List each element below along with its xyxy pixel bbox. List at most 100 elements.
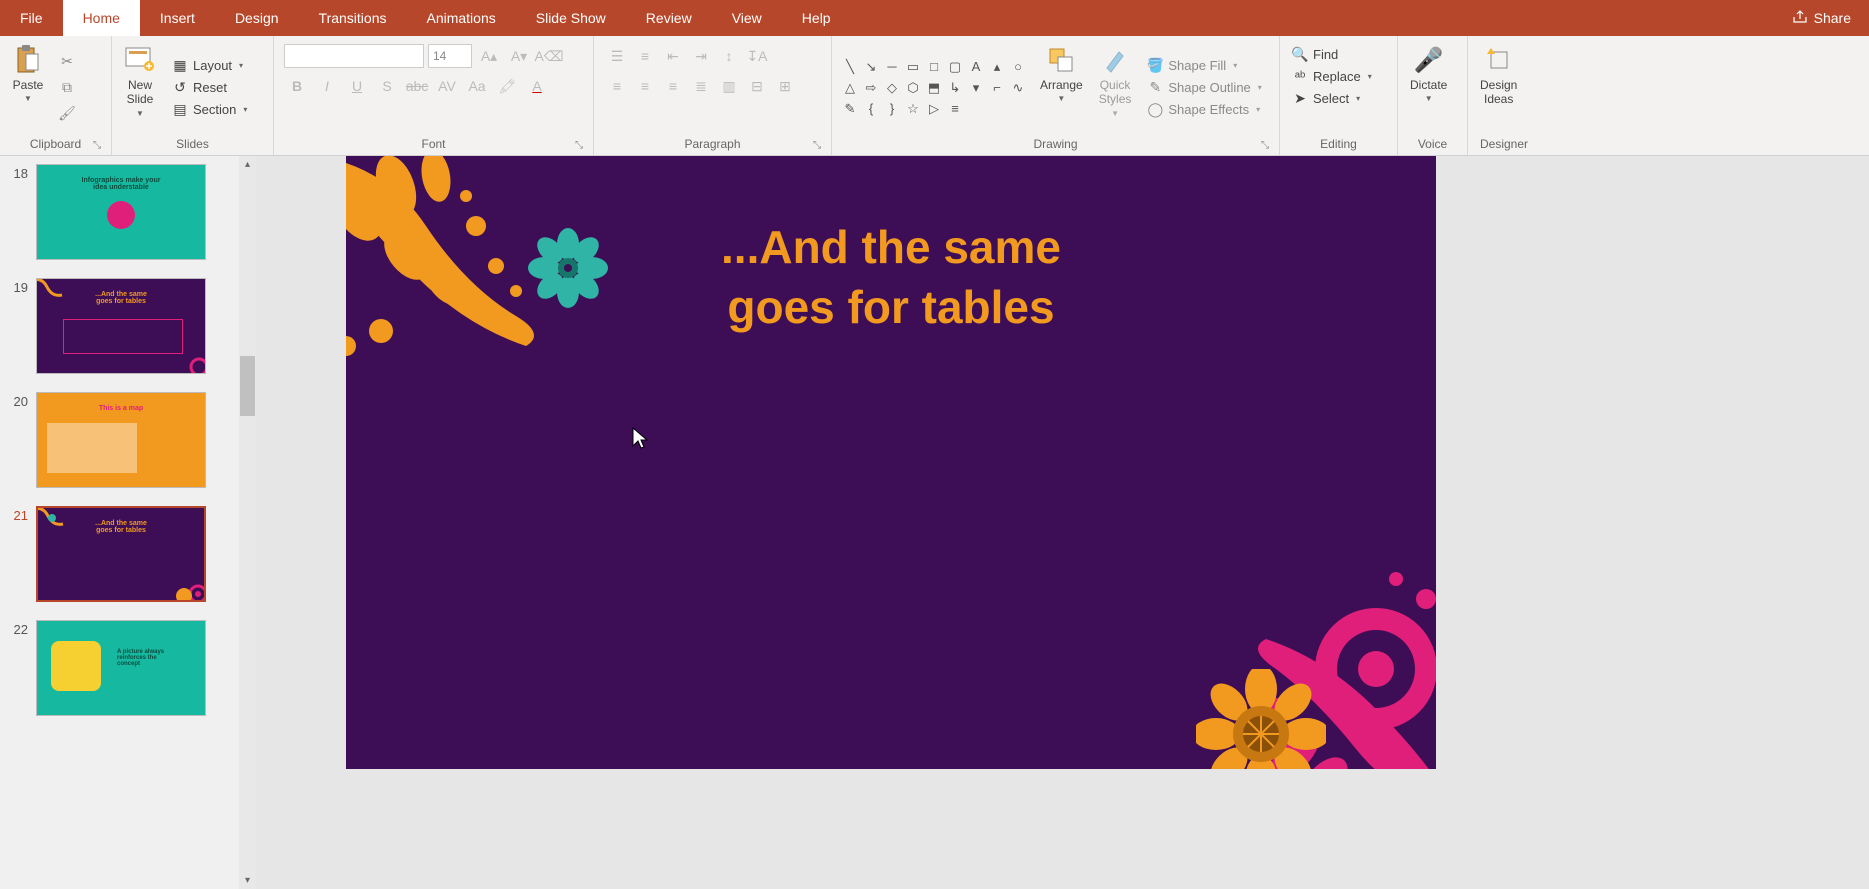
tab-review[interactable]: Review	[626, 0, 712, 36]
thumbnail-item[interactable]: 20 This is a map	[4, 392, 244, 488]
scrollbar[interactable]: ▴ ▾	[239, 156, 256, 889]
design-ideas-button[interactable]: Design Ideas	[1474, 40, 1523, 135]
cut-button[interactable]: ✂	[54, 50, 80, 74]
thumbnail[interactable]: ...And the same goes for tables	[36, 278, 206, 374]
shape-outline-button[interactable]: ✎Shape Outline▾	[1141, 78, 1267, 98]
shape-hex-icon[interactable]: ⬡	[903, 78, 923, 98]
shape-triangle-icon[interactable]: △	[840, 78, 860, 98]
clear-format-button[interactable]: A⌫	[536, 44, 562, 68]
case-button[interactable]: Aa	[464, 74, 490, 98]
indent-button[interactable]: ⇥	[688, 44, 714, 68]
thumbnail-item[interactable]: 22 A picture always reinforces the conce…	[4, 620, 244, 716]
shape-line-icon[interactable]: ╲	[840, 57, 860, 77]
scroll-down-icon[interactable]: ▾	[239, 872, 256, 889]
thumbnail-item[interactable]: 19 ...And the same goes for tables	[4, 278, 244, 374]
underline-button[interactable]: U	[344, 74, 370, 98]
section-button[interactable]: ▤Section▾	[166, 100, 253, 120]
shadow-button[interactable]: S	[374, 74, 400, 98]
line-spacing-button[interactable]: ↕	[716, 44, 742, 68]
justify-button[interactable]: ≣	[688, 74, 714, 98]
shape-nav-up-icon[interactable]: ▴	[987, 57, 1007, 77]
highlight-button[interactable]: 🖍	[494, 74, 520, 98]
select-button[interactable]: ➤Select▾	[1286, 88, 1378, 108]
align-left-button[interactable]: ≡	[604, 74, 630, 98]
shape-callout-icon[interactable]: ⬒	[924, 78, 944, 98]
bold-button[interactable]: B	[284, 74, 310, 98]
shape-line2-icon[interactable]: ─	[882, 57, 902, 77]
shape-star-icon[interactable]: ☆	[903, 99, 923, 119]
tab-file[interactable]: File	[0, 0, 63, 36]
thumbnail[interactable]: This is a map	[36, 392, 206, 488]
copy-button[interactable]: ⧉	[54, 76, 80, 100]
shape-more-icon[interactable]: ≡	[945, 99, 965, 119]
dialog-launcher-icon[interactable]: ⤡	[91, 140, 103, 152]
shape-brace-l-icon[interactable]: {	[861, 99, 881, 119]
shape-brace-r-icon[interactable]: }	[882, 99, 902, 119]
shape-rounded-icon[interactable]: ▢	[945, 57, 965, 77]
thumbnail[interactable]: ...And the same goes for tables	[36, 506, 206, 602]
numbering-button[interactable]: ≡	[632, 44, 658, 68]
increase-font-button[interactable]: A▴	[476, 44, 502, 68]
shape-elbow-icon[interactable]: ⌐	[987, 78, 1007, 98]
dialog-launcher-icon[interactable]: ⤡	[1259, 140, 1271, 152]
tab-design[interactable]: Design	[215, 0, 299, 36]
shape-freeform-icon[interactable]: ✎	[840, 99, 860, 119]
shape-connector-icon[interactable]: ↳	[945, 78, 965, 98]
shape-textbox-icon[interactable]: A	[966, 57, 986, 77]
shape-fill-button[interactable]: 🪣Shape Fill▾	[1141, 56, 1267, 76]
slide-title[interactable]: ...And the same goes for tables	[346, 218, 1436, 338]
tab-transitions[interactable]: Transitions	[299, 0, 407, 36]
shape-arrow-icon[interactable]: ↘	[861, 57, 881, 77]
paste-button[interactable]: Paste ▼	[6, 40, 50, 135]
share-button[interactable]: Share	[1774, 0, 1869, 36]
thumbnail-panel[interactable]: 18 Infographics make your idea understab…	[0, 156, 256, 889]
text-direction-button[interactable]: ↧A	[744, 44, 770, 68]
align-text-button[interactable]: ⊟	[744, 74, 770, 98]
tab-insert[interactable]: Insert	[140, 0, 215, 36]
scrollbar-thumb[interactable]	[240, 356, 255, 416]
italic-button[interactable]: I	[314, 74, 340, 98]
thumbnail-item[interactable]: 21 ...And the same goes for tables	[4, 506, 244, 602]
scroll-up-icon[interactable]: ▴	[239, 156, 256, 173]
decrease-font-button[interactable]: A▾	[506, 44, 532, 68]
shape-square-icon[interactable]: □	[924, 57, 944, 77]
dialog-launcher-icon[interactable]: ⤡	[811, 140, 823, 152]
shape-arrow2-icon[interactable]: ⇨	[861, 78, 881, 98]
quick-styles-button[interactable]: Quick Styles ▼	[1093, 40, 1138, 135]
tab-home[interactable]: Home	[63, 0, 140, 36]
thumbnail[interactable]: Infographics make your idea understable	[36, 164, 206, 260]
align-center-button[interactable]: ≡	[632, 74, 658, 98]
shapes-gallery[interactable]: ╲ ↘ ─ ▭ □ ▢ A ▴ ○ △ ⇨ ◇ ⬡ ⬒ ↳ ▾ ⌐	[840, 57, 1028, 119]
font-color-button[interactable]: A	[524, 74, 550, 98]
shape-action-icon[interactable]: ▷	[924, 99, 944, 119]
tab-animations[interactable]: Animations	[406, 0, 515, 36]
spacing-button[interactable]: AV	[434, 74, 460, 98]
tab-help[interactable]: Help	[782, 0, 851, 36]
font-size-input[interactable]	[428, 44, 472, 68]
thumbnail[interactable]: A picture always reinforces the concept	[36, 620, 206, 716]
format-painter-button[interactable]: 🖌	[54, 102, 80, 126]
shape-oval-icon[interactable]: ○	[1008, 57, 1028, 77]
outdent-button[interactable]: ⇤	[660, 44, 686, 68]
shape-cube-icon[interactable]: ◇	[882, 78, 902, 98]
shape-effects-button[interactable]: ◯Shape Effects▾	[1141, 100, 1267, 120]
dictate-button[interactable]: 🎤 Dictate ▼	[1404, 40, 1453, 135]
tab-slideshow[interactable]: Slide Show	[516, 0, 626, 36]
columns-button[interactable]: ▥	[716, 74, 742, 98]
align-right-button[interactable]: ≡	[660, 74, 686, 98]
shape-nav-down-icon[interactable]: ▾	[966, 78, 986, 98]
new-slide-button[interactable]: New Slide ▼	[118, 40, 162, 135]
slide-canvas[interactable]: ...And the same goes for tables	[346, 156, 1436, 769]
font-name-input[interactable]	[284, 44, 424, 68]
reset-button[interactable]: ↺Reset	[166, 78, 253, 98]
slide-editor[interactable]: ...And the same goes for tables	[256, 156, 1869, 889]
dialog-launcher-icon[interactable]: ⤡	[573, 140, 585, 152]
find-button[interactable]: 🔍Find	[1286, 44, 1378, 64]
replace-button[interactable]: ᵃᵇReplace▾	[1286, 66, 1378, 86]
thumbnail-item[interactable]: 18 Infographics make your idea understab…	[4, 164, 244, 260]
arrange-button[interactable]: Arrange ▼	[1034, 40, 1089, 135]
bullets-button[interactable]: ☰	[604, 44, 630, 68]
shape-curve-icon[interactable]: ∿	[1008, 78, 1028, 98]
shape-rect-icon[interactable]: ▭	[903, 57, 923, 77]
tab-view[interactable]: View	[712, 0, 782, 36]
